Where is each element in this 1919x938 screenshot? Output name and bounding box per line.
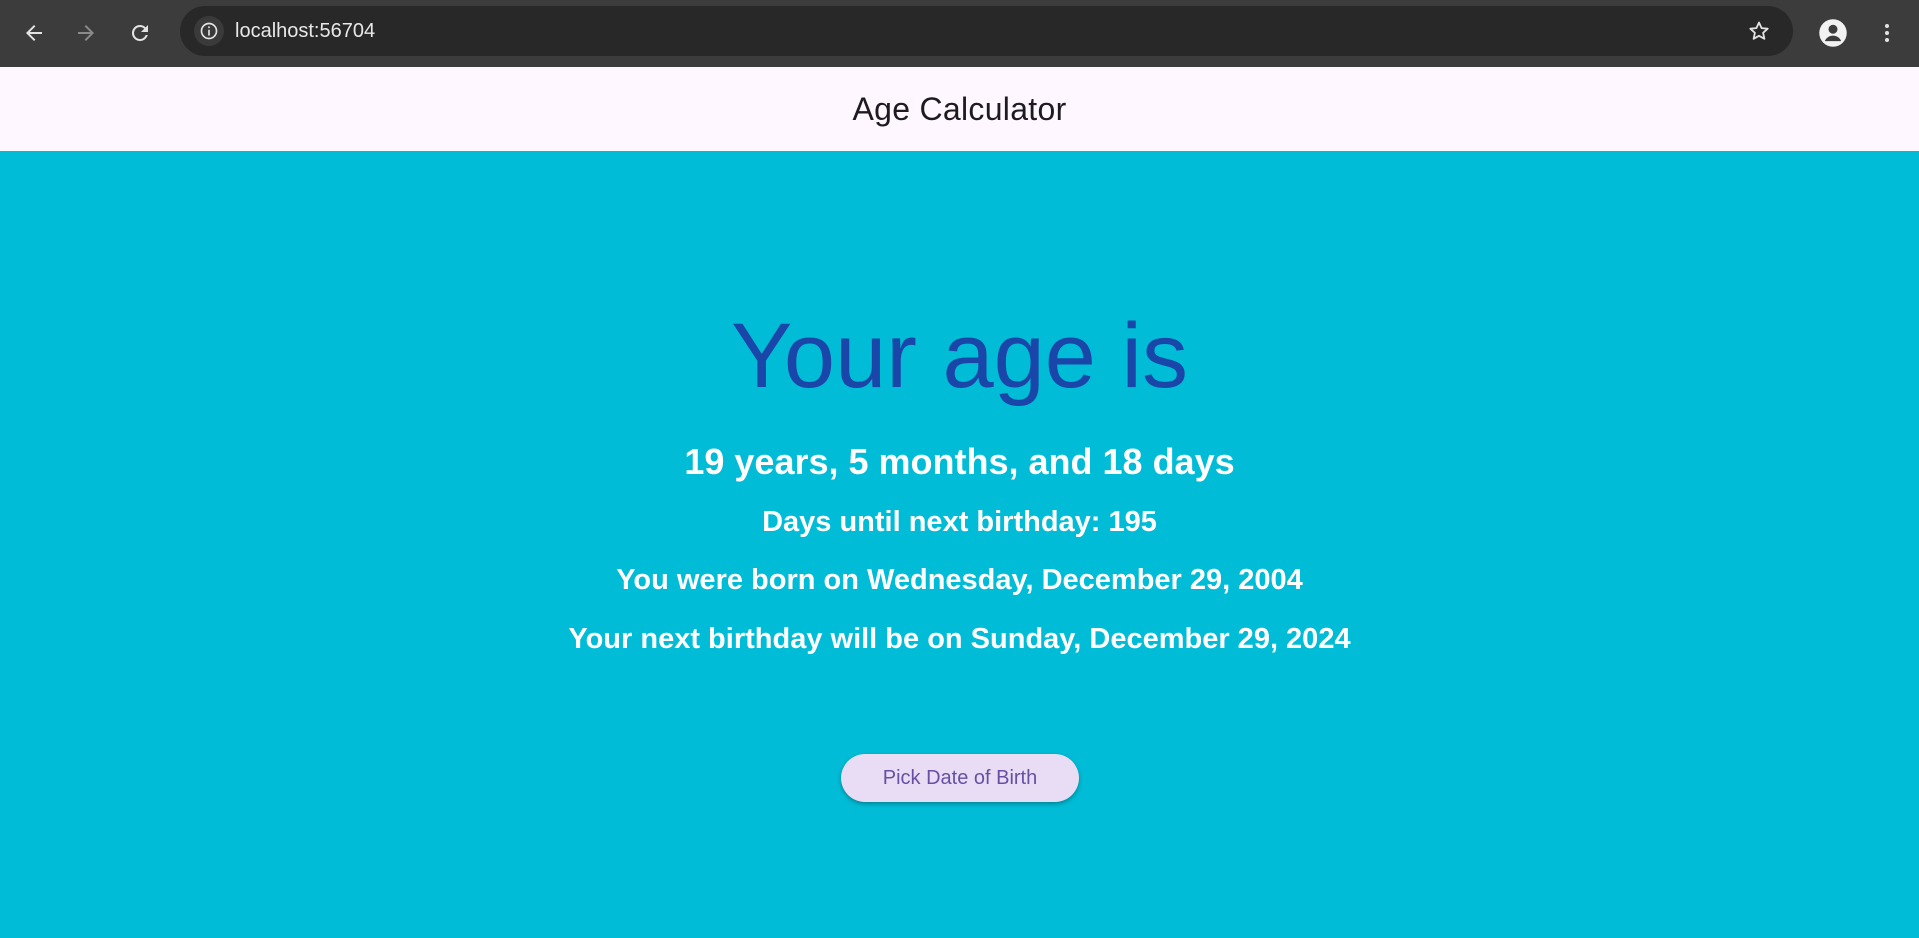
person-icon [1819,19,1847,47]
info-icon[interactable] [194,16,224,46]
url-text[interactable]: localhost:56704 [235,6,375,56]
app-bar: Age Calculator [0,67,1919,151]
next-birthday-text: Your next birthday will be on Sunday, De… [568,623,1351,655]
star-icon[interactable] [1747,19,1771,43]
arrow-right-icon [78,25,94,41]
browser-toolbar: localhost:56704 [0,0,1919,67]
reload-icon [131,24,148,41]
main-content: Your age is 19 years, 5 months, and 18 d… [0,151,1919,938]
age-result: 19 years, 5 months, and 18 days [684,441,1235,482]
app-title: Age Calculator [852,90,1067,127]
age-headline: Your age is [731,305,1188,407]
profile-button[interactable] [1814,14,1852,52]
browser-menu-button[interactable] [1870,14,1904,52]
forward-button[interactable] [66,13,106,53]
more-vertical-icon [1885,24,1889,42]
back-button[interactable] [14,13,54,53]
born-on-text: You were born on Wednesday, December 29,… [616,564,1303,596]
days-until-birthday: Days until next birthday: 195 [762,506,1157,538]
reload-button[interactable] [120,13,160,53]
arrow-left-icon [26,25,42,41]
address-bar[interactable]: localhost:56704 [180,6,1793,56]
pick-date-of-birth-button[interactable]: Pick Date of Birth [841,754,1079,802]
